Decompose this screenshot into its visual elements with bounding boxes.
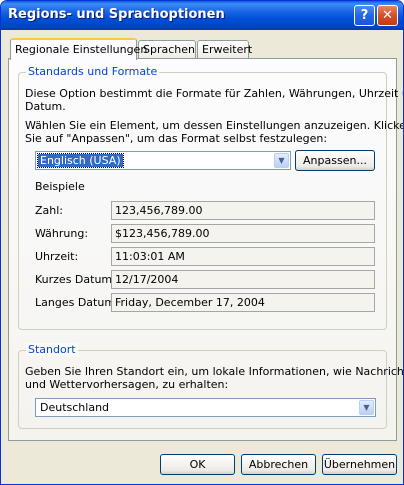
example-label-number: Zahl: — [35, 204, 64, 217]
tab-label: Erweitert — [202, 43, 253, 56]
example-value-short-date: 12/17/2004 — [111, 270, 375, 289]
example-label-long-date: Langes Datum: — [35, 296, 119, 309]
location-selected-value: Deutschland — [40, 401, 110, 414]
standards-group: Standards und Formate Diese Option besti… — [18, 65, 403, 330]
example-value-time: 11:03:01 AM — [111, 247, 375, 266]
standards-description-line2: Datum. — [25, 100, 66, 113]
tab-advanced[interactable]: Erweitert — [197, 40, 253, 59]
chevron-down-icon[interactable]: ▼ — [359, 400, 374, 415]
examples-heading: Beispiele — [35, 180, 85, 193]
locale-select[interactable]: Englisch (USA) ▼ — [35, 151, 291, 170]
standards-legend: Standards und Formate — [26, 65, 160, 78]
location-select[interactable]: Deutschland ▼ — [35, 398, 376, 417]
example-label-short-date: Kurzes Datum: — [35, 273, 116, 286]
title-bar[interactable]: Regions- und Sprachoptionen ? ✕ — [1, 1, 403, 30]
example-value-currency: $123,456,789.00 — [111, 224, 375, 243]
tab-label: Sprachen — [143, 43, 195, 56]
tab-panel: Standards und Formate Diese Option besti… — [8, 58, 403, 441]
example-value-long-date: Friday, December 17, 2004 — [111, 293, 375, 312]
close-button[interactable]: ✕ — [377, 5, 398, 26]
location-group: Standort Geben Sie Ihren Standort ein, u… — [18, 343, 403, 429]
standards-instruction-line2: Sie auf "Anpassen", um das Format selbst… — [25, 132, 328, 145]
help-button[interactable]: ? — [354, 5, 375, 26]
example-label-currency: Währung: — [35, 227, 89, 240]
apply-button-label: Übernehmen — [323, 458, 396, 471]
cancel-button[interactable]: Abbrechen — [241, 454, 316, 475]
window-title: Regions- und Sprachoptionen — [8, 7, 225, 22]
example-value-number: 123,456,789.00 — [111, 201, 375, 220]
location-description-line1: Geben Sie Ihren Standort ein, um lokale … — [25, 365, 404, 378]
tab-label: Regionale Einstellungen — [15, 43, 148, 56]
apply-button[interactable]: Übernehmen — [322, 454, 397, 475]
location-description-line2: und Wettervorhersagen, zu erhalten: — [25, 378, 229, 391]
standards-instruction-line1: Wählen Sie ein Element, um dessen Einste… — [25, 119, 404, 132]
dialog-window: Regions- und Sprachoptionen ? ✕ Regional… — [0, 0, 404, 485]
location-legend: Standort — [26, 343, 78, 356]
chevron-down-icon[interactable]: ▼ — [274, 153, 289, 168]
example-label-time: Uhrzeit: — [35, 250, 79, 263]
ok-button-label: OK — [189, 458, 206, 471]
help-icon: ? — [360, 8, 369, 23]
cancel-button-label: Abbrechen — [248, 458, 309, 471]
tab-regional-settings[interactable]: Regionale Einstellungen — [10, 38, 147, 60]
customize-button-label: Anpassen... — [303, 154, 367, 167]
standards-description-line1: Diese Option bestimmt die Formate für Za… — [25, 87, 404, 100]
locale-selected-value: Englisch (USA) — [37, 153, 124, 168]
ok-button[interactable]: OK — [160, 454, 235, 475]
customize-button[interactable]: Anpassen... — [295, 150, 375, 171]
close-icon: ✕ — [382, 8, 393, 23]
